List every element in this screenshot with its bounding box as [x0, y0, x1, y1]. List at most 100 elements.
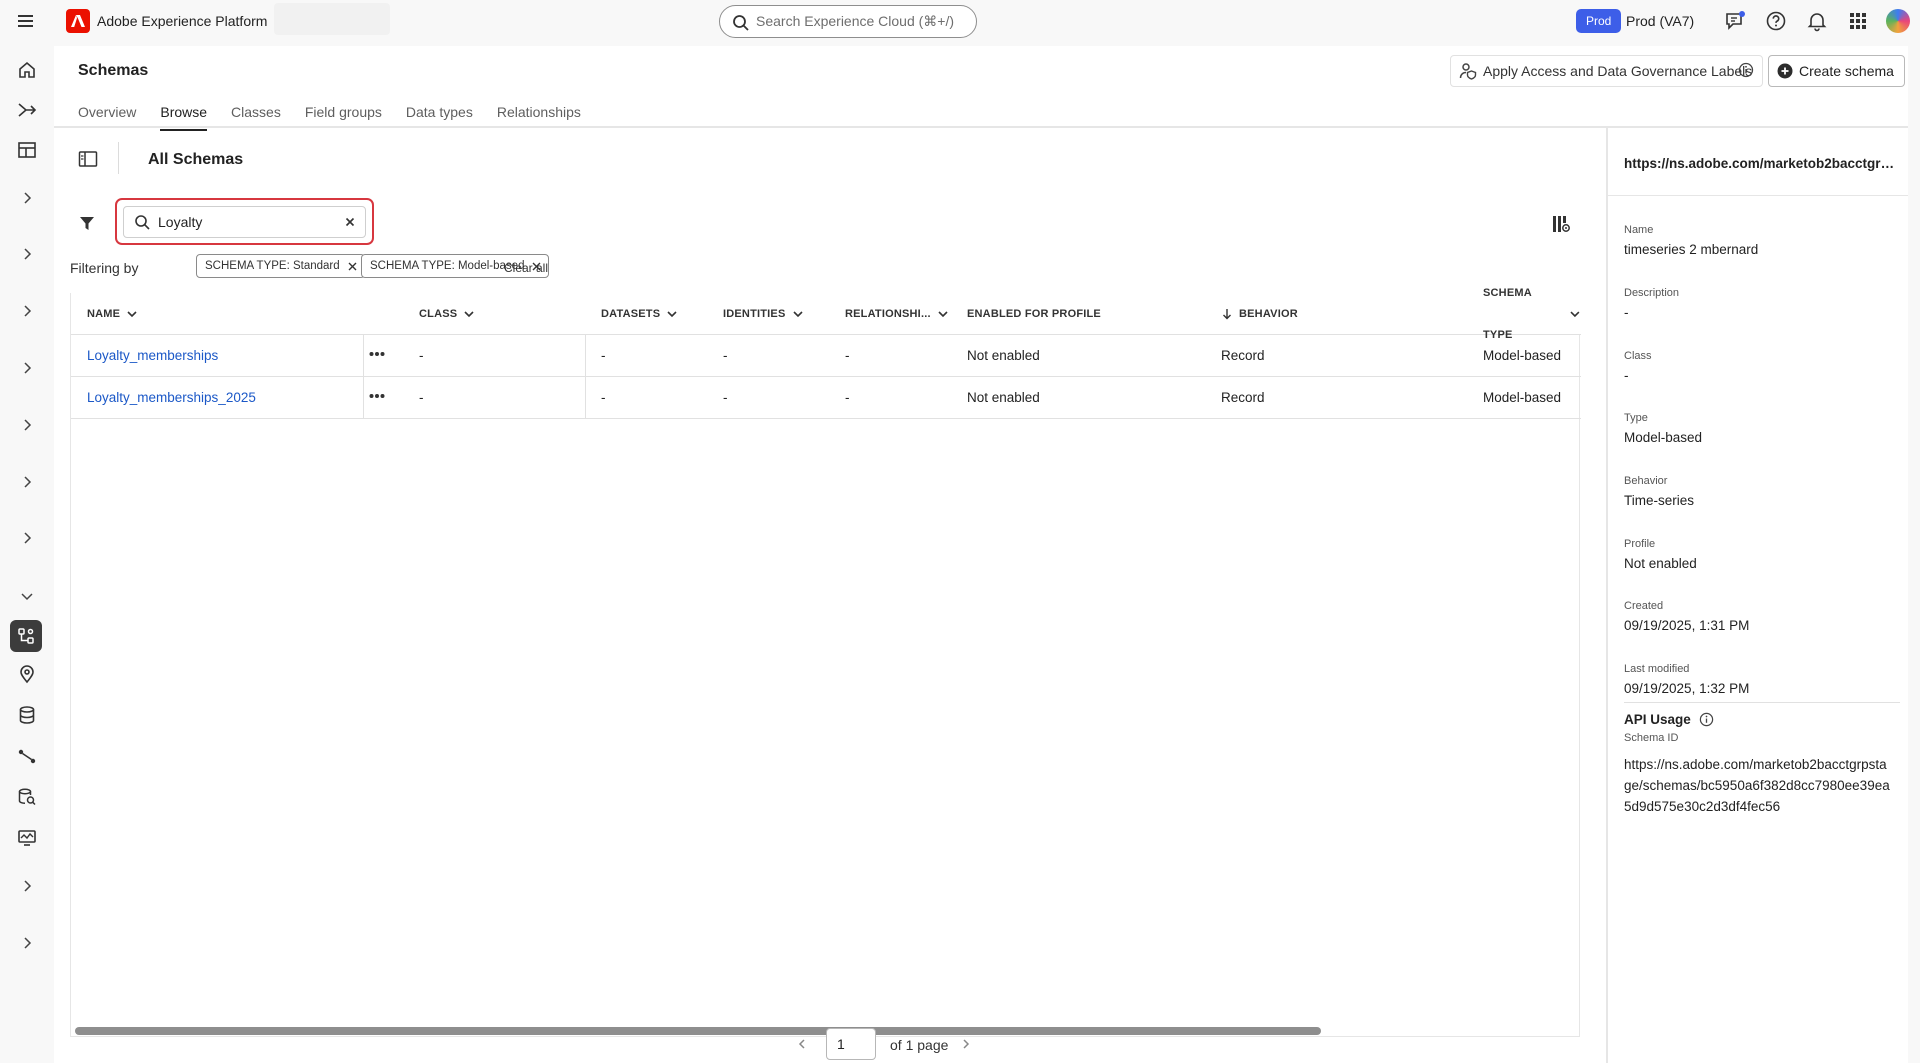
info-icon[interactable]: [1699, 712, 1714, 727]
adobe-logo-icon[interactable]: [66, 9, 90, 33]
menu-icon[interactable]: [15, 11, 37, 31]
apply-governance-labels-button[interactable]: Apply Access and Data Governance Labels: [1450, 55, 1764, 87]
identities-cell: -: [723, 390, 728, 405]
clear-search-icon[interactable]: [344, 216, 356, 228]
created-value: 09/19/2025, 1:31 PM: [1624, 618, 1750, 633]
top-bar: Adobe Experience Platform Search Experie…: [0, 0, 1920, 42]
schema-type-cell: Model-based: [1483, 390, 1562, 405]
org-switcher-placeholder: [274, 3, 390, 35]
class-cell: -: [419, 390, 424, 405]
page-number-input[interactable]: 1: [826, 1028, 876, 1060]
table-row[interactable]: Loyalty_memberships - - - - Not enabled …: [71, 335, 1581, 377]
apps-grid-icon[interactable]: [1847, 10, 1869, 32]
sandbox-label[interactable]: Prod (VA7): [1626, 13, 1694, 29]
profile-cell: Not enabled: [967, 390, 1040, 405]
expand-chevron-icon[interactable]: [13, 929, 41, 957]
sources-icon[interactable]: [13, 742, 41, 770]
column-header-schema-type[interactable]: SCHEMA TYPE: [1483, 287, 1581, 341]
last-modified-value: 09/19/2025, 1:32 PM: [1624, 681, 1750, 696]
column-header-datasets[interactable]: DATASETS: [601, 293, 678, 335]
filtering-by-label: Filtering by: [70, 260, 139, 276]
notifications-icon[interactable]: [1806, 10, 1828, 32]
sort-descending-icon: [1223, 309, 1231, 320]
expand-chevron-icon[interactable]: [13, 240, 41, 268]
more-actions-icon[interactable]: [369, 393, 385, 399]
chevron-down-icon: [792, 311, 803, 318]
feedback-icon[interactable]: [1724, 10, 1746, 32]
pagination: 1 of 1 page: [54, 1028, 1600, 1060]
home-icon[interactable]: [13, 56, 41, 84]
clear-all-button[interactable]: Clear all: [504, 261, 548, 275]
description-label: Description: [1624, 287, 1680, 299]
collapse-chevron-icon[interactable]: [13, 582, 41, 610]
create-schema-button[interactable]: Create schema: [1768, 55, 1905, 87]
chevron-down-icon: [1570, 311, 1580, 318]
expand-chevron-icon[interactable]: [13, 297, 41, 325]
expand-chevron-icon[interactable]: [13, 468, 41, 496]
monitoring-icon[interactable]: [13, 824, 41, 852]
schemas-table: NAME CLASS DATASETS IDENTITIES RELATIONS…: [70, 287, 1581, 1037]
datasets-cell: -: [601, 390, 606, 405]
column-header-enabled-for-profile[interactable]: ENABLED FOR PROFILE: [967, 293, 1101, 335]
remove-chip-icon[interactable]: [348, 262, 357, 271]
schemas-icon[interactable]: [10, 620, 42, 652]
more-actions-icon[interactable]: [369, 351, 385, 357]
behavior-label: Behavior: [1624, 475, 1668, 487]
profile-value: Not enabled: [1624, 556, 1697, 571]
class-label: Class: [1624, 350, 1652, 362]
toggle-sidebar-icon[interactable]: [78, 150, 98, 168]
filter-icon[interactable]: [78, 214, 96, 232]
schema-search-input[interactable]: Loyalty: [123, 206, 366, 238]
datasets-icon[interactable]: [13, 701, 41, 729]
column-header-behavior[interactable]: BEHAVIOR: [1221, 293, 1298, 335]
api-usage-label: API Usage: [1624, 712, 1691, 727]
schema-name-link[interactable]: Loyalty_memberships_2025: [87, 377, 256, 419]
datasets-cell: -: [601, 348, 606, 363]
schema-id-label: Schema ID: [1624, 732, 1679, 744]
column-settings-icon[interactable]: [1551, 214, 1571, 234]
workflows-icon[interactable]: [13, 96, 41, 124]
column-header-name[interactable]: NAME: [87, 293, 138, 335]
browse-content: All Schemas Loyalty Filtering by SCHEMA …: [54, 128, 1600, 1063]
chevron-down-icon: [464, 311, 474, 318]
chevron-down-icon: [667, 311, 677, 318]
behavior-cell: Record: [1221, 348, 1265, 363]
app-title[interactable]: Adobe Experience Platform: [97, 13, 267, 29]
dashboards-icon[interactable]: [13, 136, 41, 164]
column-header-class[interactable]: CLASS: [419, 293, 475, 335]
identities-cell: -: [723, 348, 728, 363]
expand-chevron-icon[interactable]: [13, 354, 41, 382]
info-icon[interactable]: [1738, 62, 1754, 78]
environment-badge[interactable]: Prod: [1576, 9, 1622, 33]
help-icon[interactable]: [1765, 10, 1787, 32]
behavior-cell: Record: [1221, 390, 1265, 405]
api-usage-title: API Usage: [1624, 712, 1714, 727]
column-header-relationships[interactable]: RELATIONSHI...: [845, 293, 949, 335]
relationships-cell: -: [845, 390, 850, 405]
location-pin-icon[interactable]: [13, 660, 41, 688]
description-value: -: [1624, 305, 1629, 320]
expand-chevron-icon[interactable]: [13, 184, 41, 212]
page-title: Schemas: [78, 62, 149, 79]
chevron-down-icon: [127, 311, 137, 318]
queries-icon[interactable]: [13, 783, 41, 811]
relationships-cell: -: [845, 348, 850, 363]
create-schema-label: Create schema: [1799, 63, 1894, 79]
user-avatar[interactable]: [1886, 9, 1910, 33]
expand-chevron-icon[interactable]: [13, 411, 41, 439]
global-search-input[interactable]: Search Experience Cloud (⌘+/): [719, 5, 977, 38]
details-divider: [1624, 702, 1900, 703]
column-header-identities[interactable]: IDENTITIES: [723, 293, 804, 335]
profile-cell: Not enabled: [967, 348, 1040, 363]
expand-chevron-icon[interactable]: [13, 872, 41, 900]
filter-chip-label: SCHEMA TYPE: Model-based: [370, 260, 525, 272]
filter-chip-standard[interactable]: SCHEMA TYPE: Standard: [196, 254, 365, 278]
main-panel: Schemas Apply Access and Data Governance…: [54, 46, 1908, 1063]
previous-page-icon[interactable]: [796, 1038, 808, 1050]
expand-chevron-icon[interactable]: [13, 524, 41, 552]
search-icon: [732, 14, 750, 32]
table-row[interactable]: Loyalty_memberships_2025 - - - - Not ena…: [71, 377, 1581, 419]
next-page-icon[interactable]: [960, 1038, 972, 1050]
left-navigation-rail: [0, 42, 54, 1063]
schema-name-link[interactable]: Loyalty_memberships: [87, 335, 218, 377]
